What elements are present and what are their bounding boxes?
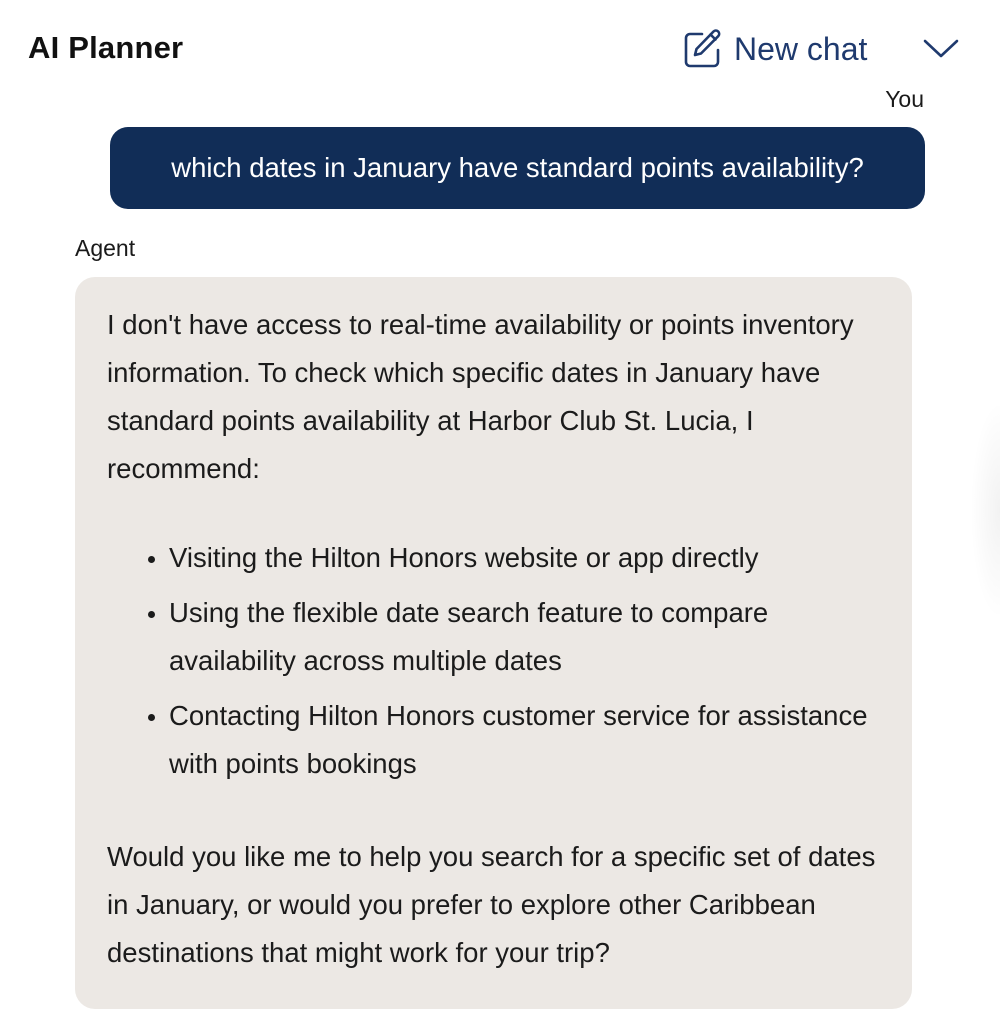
agent-intro-text: I don't have access to real-time availab… xyxy=(107,309,854,484)
page-title: AI Planner xyxy=(28,30,184,65)
list-item: Using the flexible date search feature t… xyxy=(169,589,882,685)
list-item: Contacting Hilton Honors customer servic… xyxy=(169,692,882,788)
agent-recommendation-list: Visiting the Hilton Honors website or ap… xyxy=(107,534,882,788)
agent-sender-label: Agent xyxy=(75,235,136,261)
list-item: Visiting the Hilton Honors website or ap… xyxy=(169,534,882,582)
user-message-bubble: which dates in January have standard poi… xyxy=(110,127,925,209)
header: AI Planner New chat xyxy=(0,0,1000,90)
user-sender-label: You xyxy=(885,86,924,112)
edge-shadow xyxy=(970,400,1000,620)
agent-message-bubble: I don't have access to real-time availab… xyxy=(75,277,912,1009)
user-message-text: which dates in January have standard poi… xyxy=(171,152,864,183)
edit-square-icon xyxy=(682,28,724,70)
chevron-down-icon xyxy=(921,36,961,65)
menu-toggle-button[interactable] xyxy=(920,30,962,70)
new-chat-label: New chat xyxy=(734,30,868,67)
new-chat-button[interactable]: New chat xyxy=(682,26,867,72)
agent-followup-text: Would you like me to help you search for… xyxy=(107,841,876,968)
chat-app: AI Planner New chat You which dates in J… xyxy=(0,0,1000,1024)
